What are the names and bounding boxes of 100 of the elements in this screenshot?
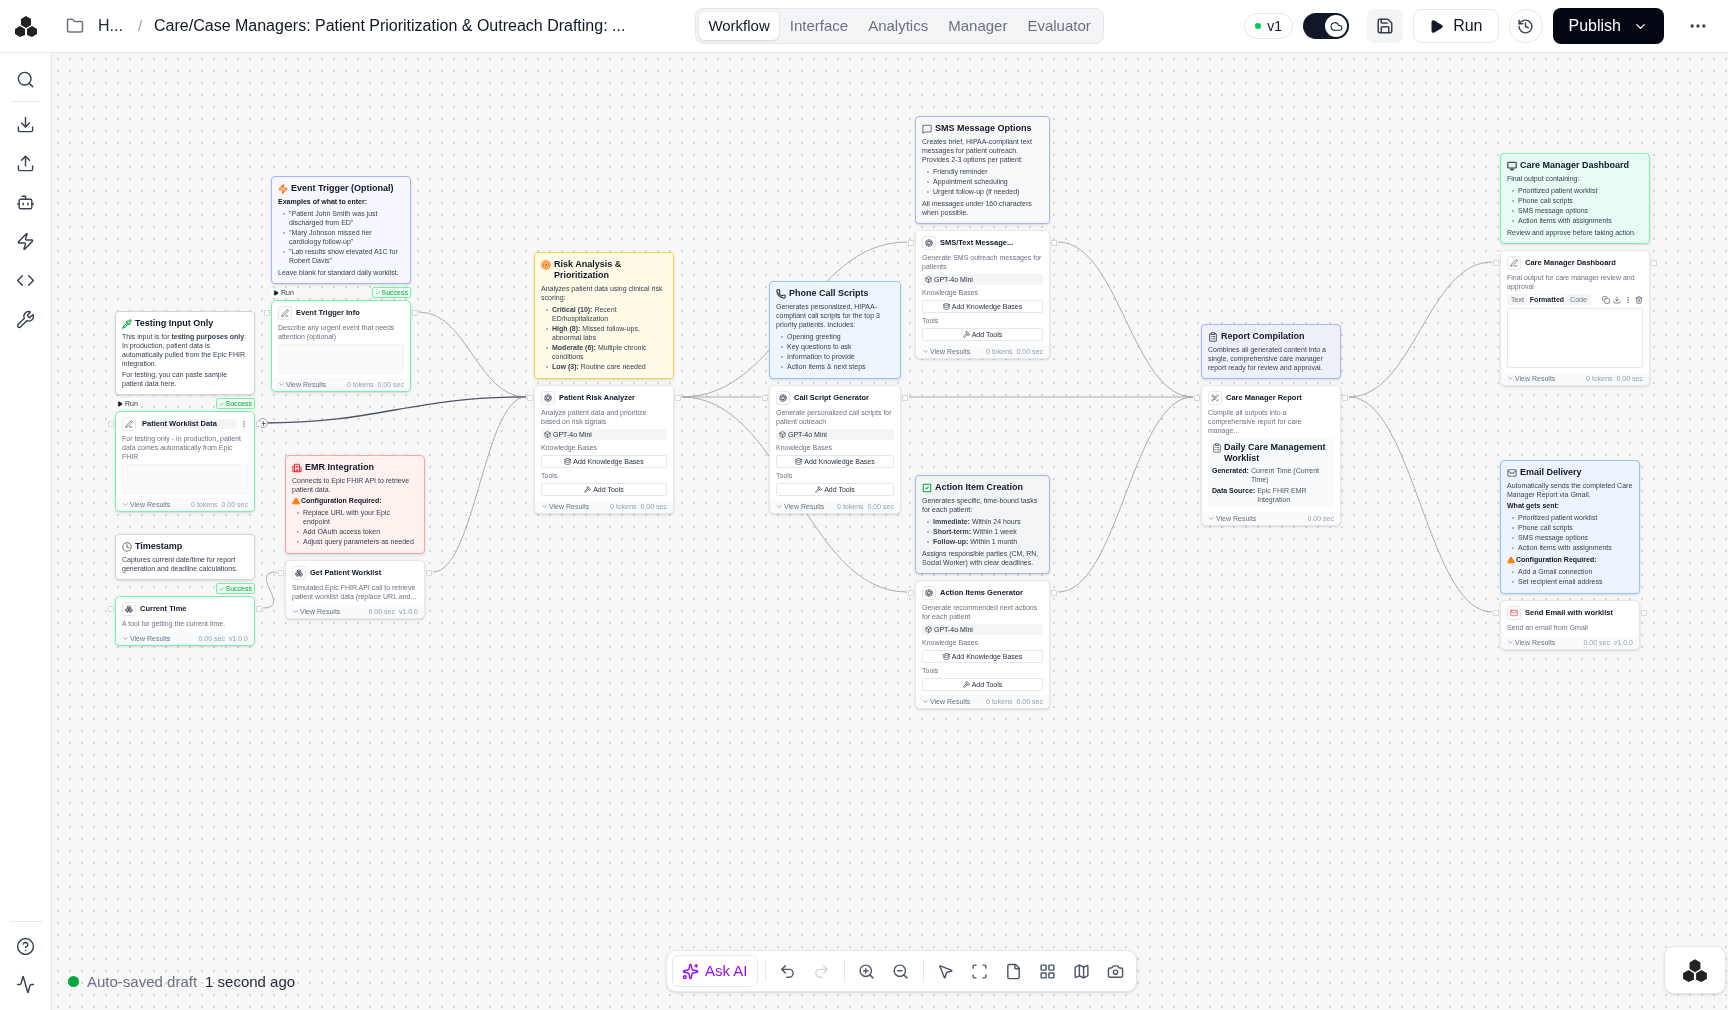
port-handle[interactable]	[412, 310, 418, 316]
trash-icon[interactable]	[1635, 295, 1643, 304]
note-title: Email Delivery	[1520, 467, 1582, 478]
port-handle[interactable]	[527, 395, 533, 401]
pointer-icon	[937, 962, 955, 980]
view-tab[interactable]: Analytics	[859, 12, 938, 40]
fit-view-icon	[971, 962, 989, 980]
chevron-down-icon	[1507, 375, 1514, 382]
port-handle[interactable]	[256, 421, 262, 427]
note-title: Action Item Creation	[935, 482, 1023, 493]
port-handle[interactable]	[675, 395, 681, 401]
undo-icon	[779, 962, 797, 980]
note-title: Event Trigger (Optional)	[291, 183, 394, 194]
chevron-down-icon	[1208, 515, 1215, 522]
target-icon	[541, 260, 551, 270]
warning-icon	[1507, 555, 1515, 564]
pipette-icon	[122, 319, 132, 329]
port-handle[interactable]	[108, 421, 114, 427]
download-icon[interactable]	[1613, 295, 1621, 304]
clipboard-icon	[1208, 332, 1218, 342]
chevron-down-icon	[122, 501, 129, 508]
port-handle[interactable]	[264, 310, 270, 316]
note-title: Report Compilation	[1221, 331, 1305, 342]
lightning-icon	[278, 184, 288, 194]
ask-ai-button[interactable]: Ask AI	[672, 955, 758, 987]
map-icon	[1073, 962, 1091, 980]
port-handle[interactable]	[256, 606, 262, 612]
note-title: Timestamp	[135, 541, 183, 552]
port-handle[interactable]	[908, 590, 914, 596]
publish-button[interactable]: Publish	[1552, 8, 1664, 44]
port-handle[interactable]	[1493, 260, 1499, 266]
port-handle[interactable]	[902, 395, 908, 401]
camera-icon	[1107, 962, 1125, 980]
hospital-icon	[292, 463, 302, 473]
cloud-icon	[1329, 19, 1343, 33]
port-handle[interactable]	[278, 570, 284, 576]
activity-icon	[16, 974, 35, 994]
zoom-out-icon	[892, 962, 910, 980]
check-icon	[218, 585, 225, 592]
view-tab[interactable]: Manager	[939, 12, 1017, 40]
port-handle[interactable]	[1051, 590, 1057, 596]
plus-icon	[259, 419, 267, 427]
check-icon	[374, 289, 381, 296]
autosave-label: Auto-saved draft	[87, 971, 198, 992]
grid-icon	[1039, 962, 1057, 980]
port-handle[interactable]	[762, 395, 768, 401]
chevron-down-icon	[1507, 639, 1514, 646]
port-handle[interactable]	[1194, 395, 1200, 401]
history-icon	[1517, 17, 1534, 35]
database-icon	[564, 458, 572, 465]
workflow-title: Care/Case Managers: Patient Prioritization & Outreach Drafting: ...	[154, 16, 626, 36]
sparkles-icon	[682, 962, 699, 980]
chevron-down-icon	[541, 503, 548, 510]
clipboard-icon	[1212, 443, 1222, 453]
port-handle[interactable]	[108, 606, 114, 612]
hammer-icon	[962, 681, 970, 688]
check-box-icon	[922, 483, 932, 493]
wrench-icon	[16, 309, 35, 329]
app-logo[interactable]	[1682, 957, 1708, 983]
autosave-time: 1 second ago	[205, 971, 296, 992]
copy-icon[interactable]	[1602, 295, 1610, 304]
robot-icon	[16, 192, 35, 212]
note-title: Phone Call Scripts	[789, 288, 869, 299]
cube-icon	[925, 276, 932, 283]
chevron-down-icon	[292, 608, 299, 615]
cube-icon	[544, 431, 551, 438]
document-icon	[1005, 962, 1023, 980]
breadcrumb-separator: /	[137, 15, 143, 36]
cloud-sync-toggle[interactable]	[1303, 13, 1350, 39]
folder-icon[interactable]	[66, 17, 84, 35]
note-title: Risk Analysis & Prioritization	[554, 259, 623, 281]
warning-icon	[292, 496, 300, 505]
clock-icon	[122, 542, 132, 552]
phone-icon	[776, 289, 786, 299]
chevron-down-icon	[278, 381, 285, 388]
note-title: Testing Input Only	[135, 318, 214, 329]
assistant-button[interactable]	[1664, 946, 1726, 994]
save-button[interactable]	[1367, 9, 1404, 43]
download-icon	[16, 114, 35, 134]
port-handle[interactable]	[426, 570, 432, 576]
save-icon	[1376, 17, 1395, 35]
connector-line	[262, 571, 278, 609]
zoom-in-icon	[858, 962, 876, 980]
preview-title: Daily Care Management Worklist	[1224, 442, 1327, 464]
database-icon	[795, 458, 803, 465]
monitor-icon	[1507, 161, 1517, 171]
app-logo[interactable]	[14, 14, 38, 38]
view-tab[interactable]: Workflow	[699, 12, 779, 40]
view-tab[interactable]: Evaluator	[1018, 12, 1100, 40]
cube-icon	[925, 626, 932, 633]
chevron-down-icon	[776, 503, 783, 510]
port-handle[interactable]	[908, 240, 914, 246]
view-tab[interactable]: Interface	[780, 12, 858, 40]
run-button[interactable]: Run	[1413, 9, 1499, 43]
port-handle[interactable]	[1342, 395, 1348, 401]
port-handle[interactable]	[1641, 610, 1647, 616]
port-handle[interactable]	[1493, 610, 1499, 616]
port-handle[interactable]	[1051, 240, 1057, 246]
breadcrumb-link[interactable]: H...	[98, 14, 123, 38]
port-handle[interactable]	[1651, 260, 1657, 266]
